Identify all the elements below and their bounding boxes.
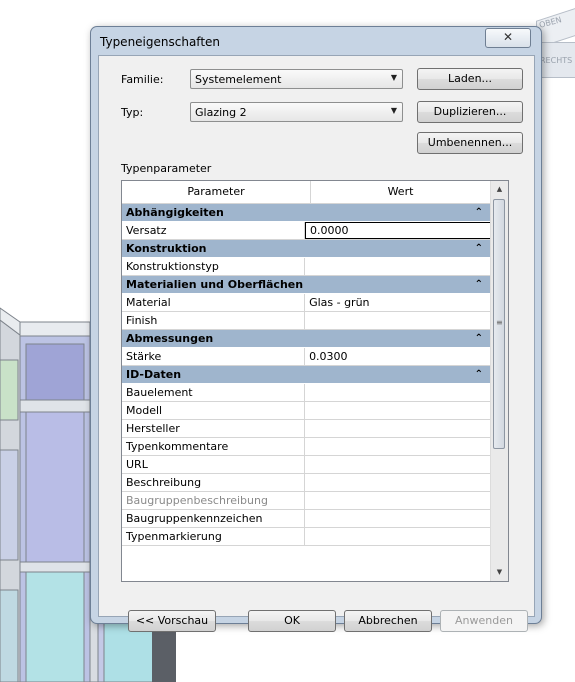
parameter-value[interactable]: Glas - grün <box>305 294 491 311</box>
family-select[interactable]: Systemelement ▼ <box>190 69 403 89</box>
group-header-label: Abmessungen <box>126 332 214 345</box>
parameter-value[interactable] <box>305 420 491 437</box>
parameter-name: Typenkommentare <box>122 438 306 455</box>
column-header-value[interactable]: Wert <box>311 181 491 203</box>
group-header-label: Abhängigkeiten <box>126 206 224 219</box>
parameter-row[interactable]: Typenmarkierung <box>122 528 491 546</box>
close-button[interactable]: ✕ <box>485 28 531 48</box>
parameter-name: Modell <box>122 402 306 419</box>
parameter-row[interactable]: Typenkommentare <box>122 438 491 456</box>
chevron-double-up-icon[interactable]: ⌃ <box>475 204 483 222</box>
scroll-up-icon[interactable]: ▲ <box>491 181 508 198</box>
viewcube-side-label: RECHTS <box>540 56 573 65</box>
parameter-row[interactable]: Versatz 0.0000 <box>122 222 491 240</box>
type-select-value: Glazing 2 <box>195 106 247 119</box>
parameter-row[interactable]: Finish <box>122 312 491 330</box>
parameter-name: Hersteller <box>122 420 306 437</box>
type-properties-dialog: Typeneigenschaften ✕ Familie: Systemelem… <box>90 26 542 632</box>
scrollbar-thumb[interactable]: ≡ <box>493 199 505 449</box>
parameter-name: Typenmarkierung <box>122 528 306 545</box>
parameter-row[interactable]: Konstruktionstyp <box>122 258 491 276</box>
parameter-name: Beschreibung <box>122 474 306 491</box>
parameter-name: Baugruppenkennzeichen <box>122 510 306 527</box>
grid-header: Parameter Wert <box>122 181 491 204</box>
parameter-name: URL <box>122 456 306 473</box>
group-header-label: Materialien und Oberflächen <box>126 278 304 291</box>
parameter-value[interactable] <box>305 384 491 401</box>
parameter-name: Finish <box>122 312 306 329</box>
type-select[interactable]: Glazing 2 ▼ <box>190 102 403 122</box>
grip-icon: ≡ <box>496 318 503 327</box>
grid-rows: Abhängigkeiten ⌃ Versatz 0.0000 Konstruktion… <box>122 204 491 546</box>
parameter-name: Stärke <box>122 348 306 365</box>
parameter-value[interactable] <box>305 492 491 509</box>
parameter-value[interactable] <box>305 474 491 491</box>
rename-button[interactable]: Umbenennen... <box>417 132 523 154</box>
parameter-row[interactable]: Modell <box>122 402 491 420</box>
parameter-name: Baugruppenbeschreibung <box>122 492 306 509</box>
group-header[interactable]: Abmessungen ⌃ <box>122 330 491 348</box>
chevron-double-up-icon[interactable]: ⌃ <box>475 366 483 384</box>
group-header[interactable]: ID-Daten ⌃ <box>122 366 491 384</box>
load-button[interactable]: Laden... <box>417 68 523 90</box>
chevron-down-icon: ▼ <box>390 73 397 82</box>
group-header-label: ID-Daten <box>126 368 182 381</box>
parameter-value[interactable] <box>305 438 491 455</box>
parameter-name: Bauelement <box>122 384 306 401</box>
close-icon: ✕ <box>502 30 514 44</box>
parameter-value[interactable] <box>305 456 491 473</box>
parameter-name: Material <box>122 294 306 311</box>
type-parameters-grid[interactable]: Parameter Wert Abhängigkeiten ⌃ Versatz 0.0… <box>121 180 509 582</box>
type-label: Typ: <box>121 106 144 119</box>
preview-button[interactable]: << Vorschau <box>128 610 216 632</box>
chevron-down-icon: ▼ <box>390 106 397 115</box>
duplicate-button[interactable]: Duplizieren... <box>417 101 523 123</box>
chevron-double-up-icon[interactable]: ⌃ <box>475 240 483 258</box>
parameter-row[interactable]: Beschreibung <box>122 474 491 492</box>
parameter-row[interactable]: Material Glas - grün <box>122 294 491 312</box>
parameter-row[interactable]: Stärke 0.0300 <box>122 348 491 366</box>
group-header[interactable]: Konstruktion ⌃ <box>122 240 491 258</box>
apply-button: Anwenden <box>440 610 528 632</box>
parameter-name: Konstruktionstyp <box>122 258 306 275</box>
dialog-title: Typeneigenschaften <box>100 35 221 49</box>
ok-button[interactable]: OK <box>248 610 336 632</box>
chevron-double-up-icon[interactable]: ⌃ <box>475 276 483 294</box>
family-select-value: Systemelement <box>195 73 282 86</box>
parameter-value[interactable] <box>305 528 491 545</box>
parameter-row[interactable]: Baugruppenbeschreibung <box>122 492 491 510</box>
parameter-row[interactable]: Bauelement <box>122 384 491 402</box>
parameter-row[interactable]: URL <box>122 456 491 474</box>
parameter-value[interactable]: 0.0300 <box>305 348 491 365</box>
parameter-value[interactable] <box>305 258 491 275</box>
group-header[interactable]: Materialien und Oberflächen ⌃ <box>122 276 491 294</box>
parameter-row[interactable]: Hersteller <box>122 420 491 438</box>
parameter-value[interactable] <box>305 402 491 419</box>
type-parameters-label: Typenparameter <box>121 162 212 175</box>
chevron-double-up-icon[interactable]: ⌃ <box>475 330 483 348</box>
grid-scrollbar[interactable]: ▲ ≡ ▼ <box>490 181 508 581</box>
parameter-row[interactable]: Baugruppenkennzeichen <box>122 510 491 528</box>
dialog-content: Familie: Systemelement ▼ Laden... Typ: G… <box>98 55 535 632</box>
parameter-value[interactable] <box>305 312 491 329</box>
parameter-value-input[interactable]: 0.0000 <box>305 222 491 239</box>
scroll-down-icon[interactable]: ▼ <box>491 564 508 581</box>
column-header-parameter[interactable]: Parameter <box>122 181 311 203</box>
cancel-button[interactable]: Abbrechen <box>344 610 432 632</box>
group-header[interactable]: Abhängigkeiten ⌃ <box>122 204 491 222</box>
parameter-value[interactable] <box>305 510 491 527</box>
family-label: Familie: <box>121 73 164 86</box>
dialog-titlebar[interactable]: Typeneigenschaften ✕ <box>91 27 541 53</box>
parameter-name: Versatz <box>122 222 306 239</box>
group-header-label: Konstruktion <box>126 242 207 255</box>
